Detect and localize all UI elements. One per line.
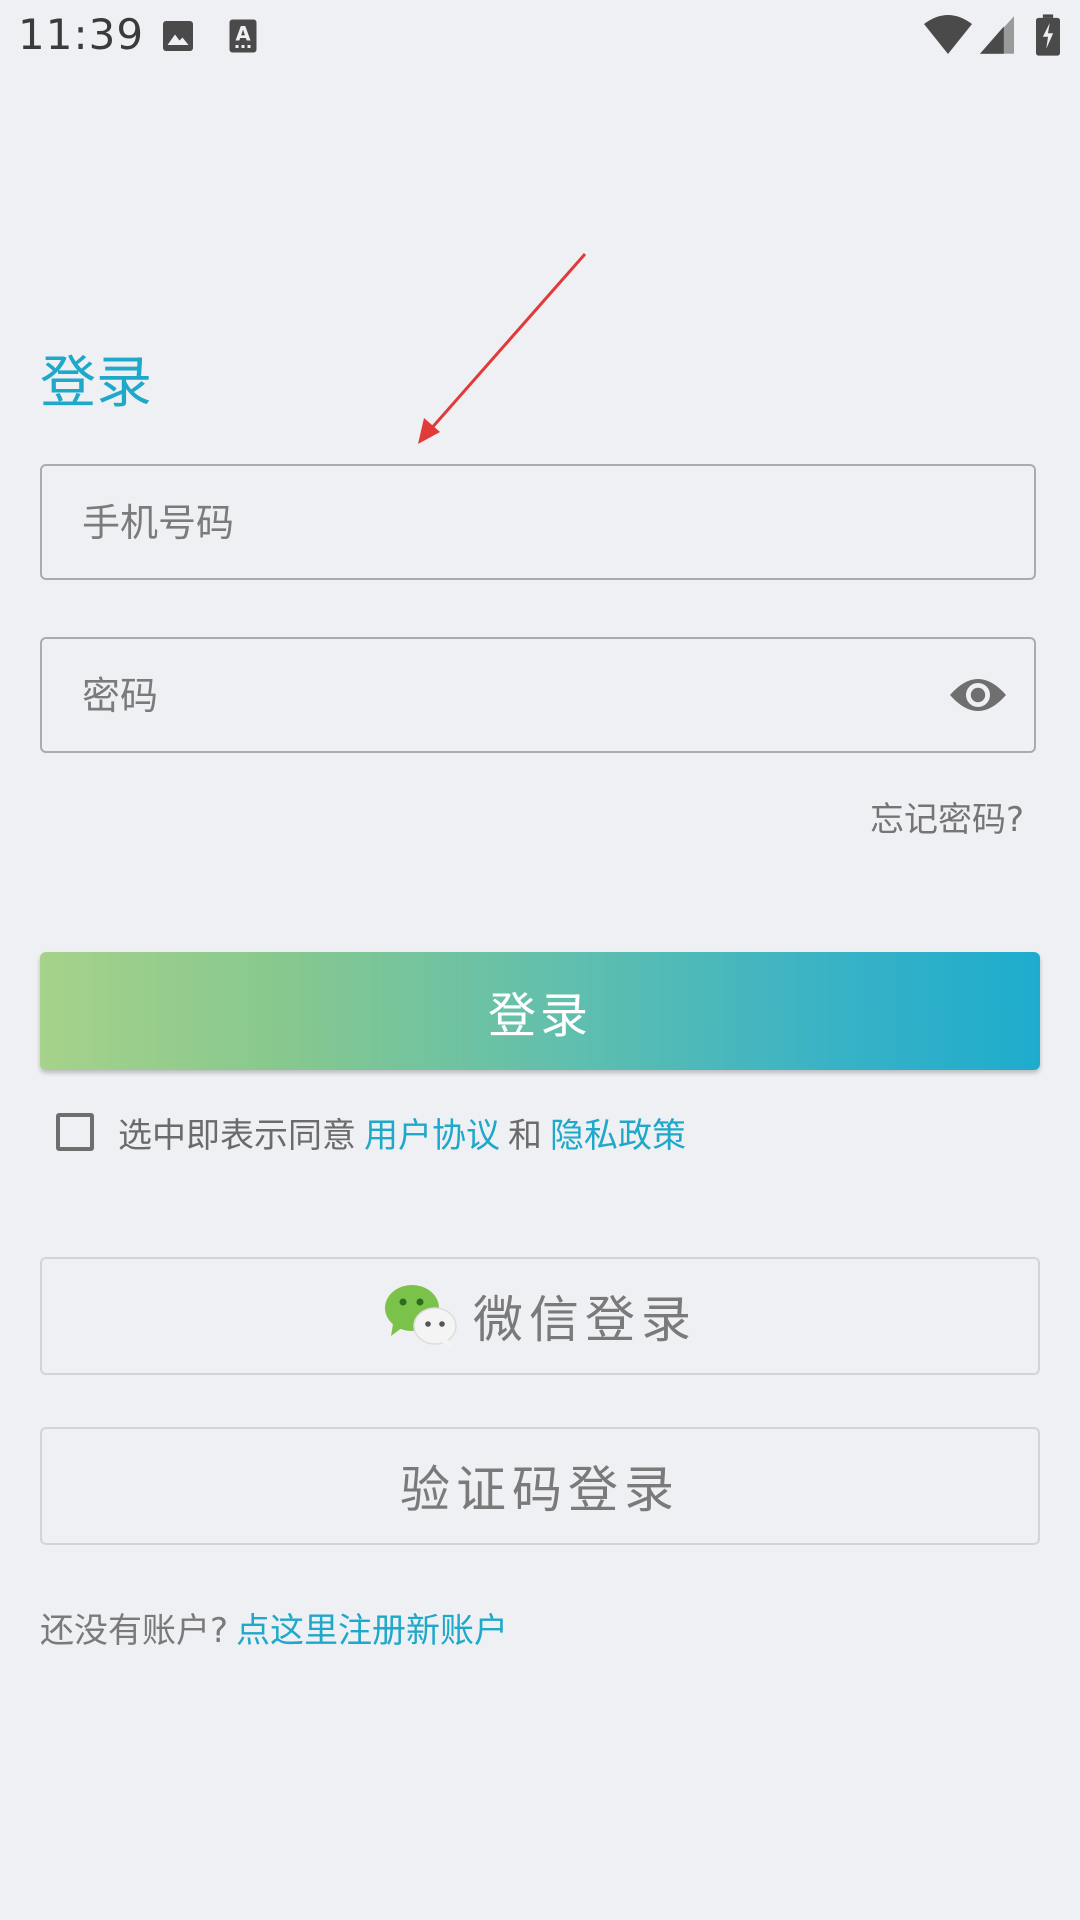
register-link[interactable]: 点这里注册新账户 (236, 1611, 508, 1651)
status-time: 11:39 (18, 10, 145, 59)
wechat-login-button[interactable]: 微信登录 (40, 1257, 1040, 1375)
image-icon (163, 21, 193, 51)
password-input[interactable] (80, 639, 944, 753)
user-agreement-link[interactable]: 用户协议 (364, 1108, 500, 1157)
agreement-and: 和 (508, 1115, 542, 1156)
eye-icon[interactable] (950, 675, 1006, 715)
text-a-icon: A (229, 19, 257, 53)
forgot-password-link[interactable]: 忘记密码? (870, 792, 1024, 841)
privacy-policy-link[interactable]: 隐私政策 (550, 1108, 686, 1157)
phone-input[interactable] (80, 466, 944, 580)
register-prompt: 还没有账户? (40, 1611, 229, 1651)
wifi-icon (924, 15, 972, 54)
wechat-login-label: 微信登录 (473, 1291, 697, 1349)
wechat-icon (385, 1285, 457, 1348)
code-login-button[interactable]: 验证码登录 (40, 1427, 1040, 1545)
phone-field[interactable] (40, 464, 1036, 580)
page-title: 登录 (40, 351, 152, 416)
agreement-row: 选中即表示同意 用户协议 和 隐私政策 (56, 1108, 694, 1156)
password-field[interactable] (40, 637, 1036, 753)
battery-charging-icon (1036, 14, 1060, 56)
cell-signal-icon (980, 16, 1014, 54)
annotation-arrow (418, 253, 587, 444)
login-button[interactable]: 登录 (40, 952, 1040, 1070)
status-bar: 11:39 A (0, 0, 1080, 72)
agreement-prefix: 选中即表示同意 (118, 1115, 356, 1156)
svg-text:A: A (235, 23, 250, 46)
login-screen: 11:39 A 登录 手机号码 忘记密码? 登录 选中即表示同意 用户协议 和 … (0, 0, 1080, 1920)
register-row: 还没有账户? 点这里注册新账户 (40, 1603, 508, 1652)
agreement-checkbox[interactable] (56, 1113, 94, 1151)
